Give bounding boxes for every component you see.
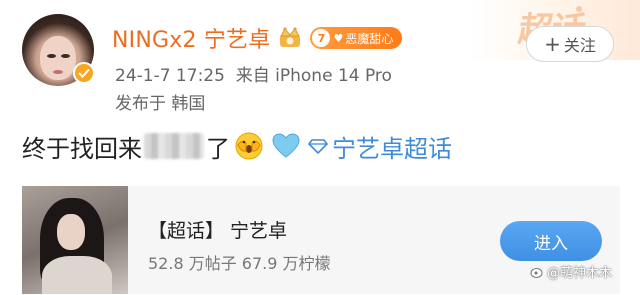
thumbnail-dress [42,256,112,294]
username[interactable]: NINGx2 宁艺卓 [112,22,270,54]
crown-icon [280,27,301,47]
card-thumbnail [22,186,128,294]
weibo-watermark-icon [530,267,543,278]
post-text: 终于找回来 [22,134,142,163]
follow-button[interactable]: + 关注 [526,26,614,62]
card-stats: 52.8 万帖子 67.9 万柠檬 [148,254,331,273]
plus-icon: + [544,32,561,56]
avatar-lips [53,70,63,74]
timestamp: 24-1-7 17:25 [115,66,225,86]
heart-icon: ♥ [333,31,344,45]
post-text-end: 了 [206,134,230,163]
post-source: 来自 iPhone 14 Pro [235,66,392,86]
post-location: 发布于 韩国 [115,94,206,114]
diamond-icon [308,139,328,154]
supertopic-link[interactable]: 宁艺卓超话 [332,129,452,164]
verified-badge-icon [73,62,95,84]
avatar-eye [47,54,56,58]
fan-badge-level: 7 [312,29,331,47]
face-emoji-icon [235,132,263,160]
enter-button[interactable]: 进入 [500,221,602,261]
post-content: 终于找回来 了 宁艺卓超话 [22,128,452,164]
card-title: 【超话】 宁艺卓 [148,220,288,242]
fan-badge[interactable]: 7 ♥ 恶魔甜心 [310,27,403,49]
blue-heart-icon [272,133,300,158]
name-row: NINGx2 宁艺卓 7 ♥ 恶魔甜心 [112,20,403,56]
watermark-text: @萌神木木 [547,266,613,281]
censored-text [144,133,204,159]
decoration-dot [576,6,582,12]
follow-label: 关注 [563,36,596,55]
fan-badge-label: 恶魔甜心 [345,31,394,46]
post-meta: 24-1-7 17:25 来自 iPhone 14 Pro [115,61,392,86]
avatar-eye [61,54,70,58]
thumbnail-face [57,214,85,250]
author-watermark: @萌神木木 [530,262,612,281]
